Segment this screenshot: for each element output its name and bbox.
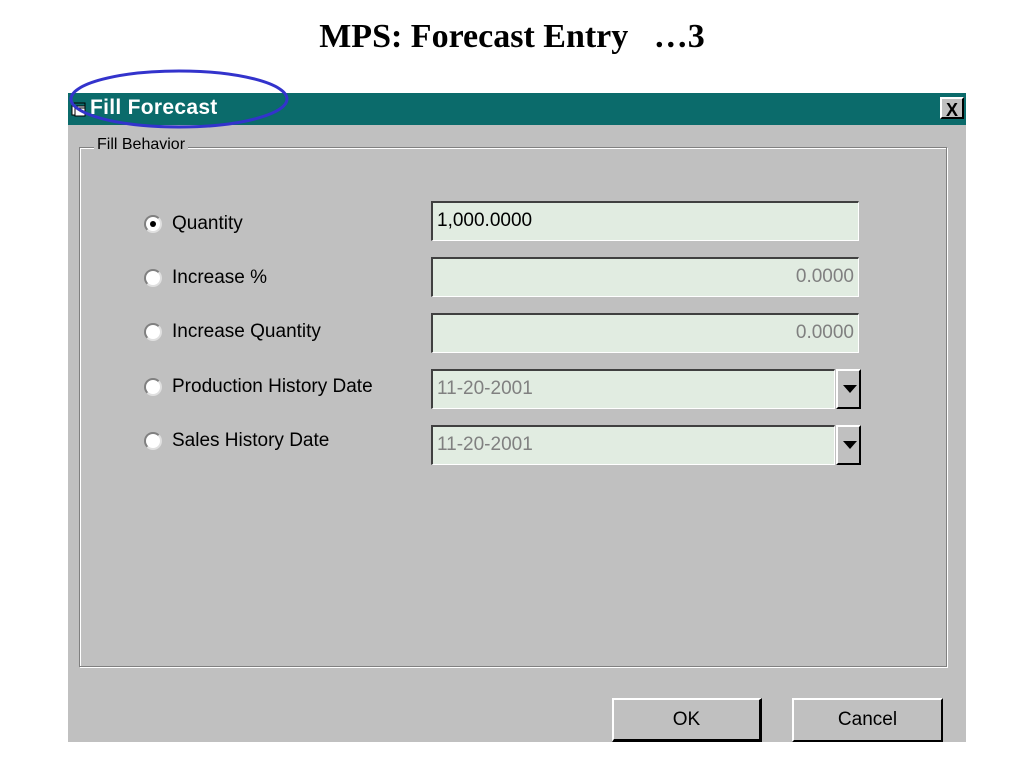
radio-label: Increase Quantity [172, 321, 321, 342]
radio-quantity[interactable]: Quantity [144, 213, 243, 237]
group-label: Fill Behavior [94, 136, 189, 154]
chevron-down-icon[interactable] [836, 369, 861, 409]
window-icon [71, 102, 86, 117]
quantity-input[interactable]: 1,000.0000 [431, 201, 859, 241]
radio-label: Increase % [172, 267, 268, 288]
radio-production-history-date[interactable]: Production History Date [144, 376, 373, 400]
chevron-down-icon[interactable] [836, 425, 861, 465]
radio-label: Sales History Date [172, 430, 330, 451]
production-history-date-select[interactable]: 11-20-2001 [431, 369, 835, 409]
radio-button[interactable] [144, 215, 162, 233]
radio-button[interactable] [144, 269, 162, 287]
radio-button[interactable] [144, 432, 162, 450]
radio-button[interactable] [144, 323, 162, 341]
radio-button[interactable] [144, 378, 162, 396]
title-bar[interactable]: Fill Forecast X [68, 93, 966, 125]
close-icon[interactable]: X [940, 97, 964, 120]
cancel-button[interactable]: Cancel [792, 698, 943, 742]
sales-history-date-select[interactable]: 11-20-2001 [431, 425, 835, 465]
radio-increase-quantity[interactable]: Increase Quantity [144, 321, 321, 345]
window-title: Fill Forecast [90, 96, 218, 119]
slide-title: MPS: Forecast Entry …3 [319, 18, 705, 55]
ok-button[interactable]: OK [612, 698, 762, 742]
increase-percent-input[interactable]: 0.0000 [431, 257, 859, 297]
radio-increase-percent[interactable]: Increase % [144, 267, 267, 291]
radio-label: Quantity [172, 213, 243, 234]
radio-sales-history-date[interactable]: Sales History Date [144, 430, 329, 454]
fill-forecast-dialog: Fill Forecast X Fill Behavior Quantity 1… [68, 93, 966, 742]
radio-label: Production History Date [172, 376, 373, 397]
increase-quantity-input[interactable]: 0.0000 [431, 313, 859, 353]
